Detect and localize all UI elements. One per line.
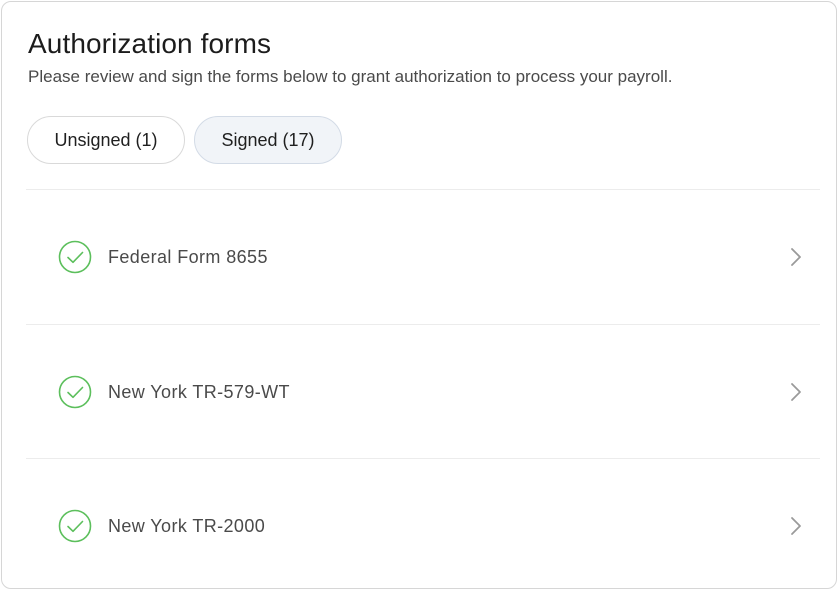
tab-signed[interactable]: Signed (17)	[194, 116, 342, 164]
check-circle-icon	[58, 375, 92, 409]
check-circle-icon	[58, 509, 92, 543]
form-label: New York TR-2000	[108, 515, 266, 536]
tab-unsigned[interactable]: Unsigned (1)	[27, 116, 185, 164]
chevron-right-icon	[791, 248, 801, 266]
page-subtitle: Please review and sign the forms below t…	[28, 67, 673, 86]
form-row-federal-8655[interactable]: Federal Form 8655	[26, 190, 820, 324]
form-row-ny-tr-579-wt[interactable]: New York TR-579-WT	[26, 325, 820, 459]
page-title: Authorization forms	[28, 28, 272, 59]
forms-tabs: Unsigned (1) Signed (17)	[27, 116, 342, 164]
check-circle-icon	[58, 240, 92, 274]
form-row-ny-tr-2000[interactable]: New York TR-2000	[26, 459, 820, 588]
form-label: New York TR-579-WT	[108, 381, 290, 402]
form-label: Federal Form 8655	[108, 246, 268, 267]
chevron-right-icon	[791, 383, 801, 401]
authorization-forms-card: Authorization forms Please review and si…	[1, 1, 837, 589]
chevron-right-icon	[791, 517, 801, 535]
